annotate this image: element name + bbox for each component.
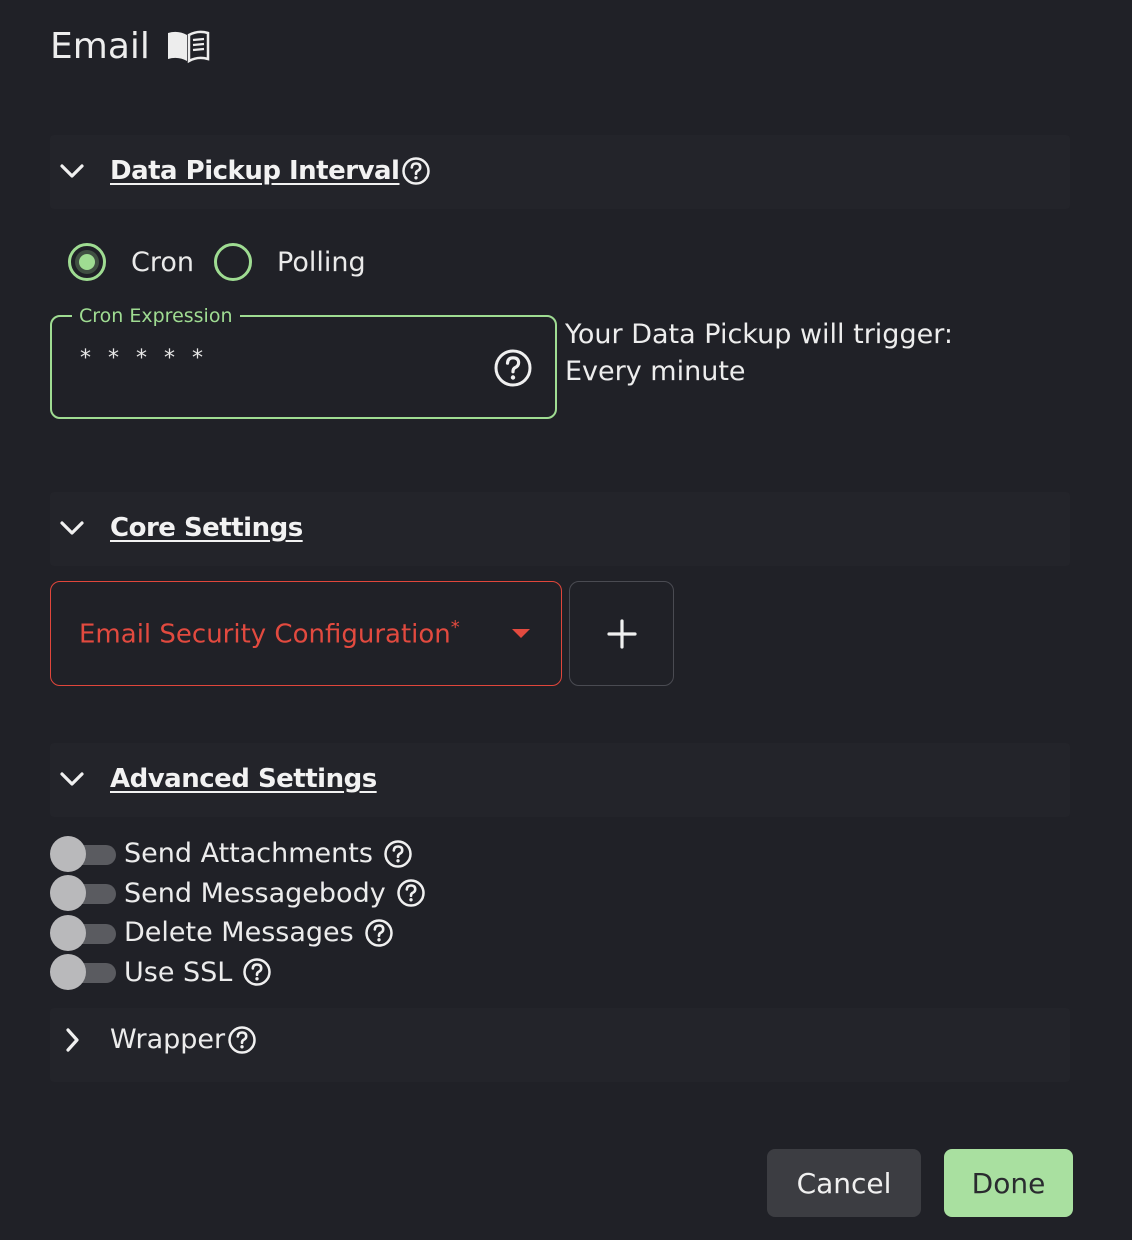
switch-knob — [50, 835, 86, 872]
radio-polling[interactable] — [214, 243, 252, 281]
chevron-right-icon[interactable] — [58, 1026, 86, 1054]
toggle-label: Use SSL — [124, 956, 233, 988]
chevron-down-icon[interactable] — [58, 514, 86, 542]
advanced-toggle-list: Send Attachments Send Messagebody Delete… — [50, 834, 426, 992]
help-icon[interactable] — [401, 156, 431, 186]
section-title: Data Pickup Interval — [110, 156, 400, 186]
section-data-pickup-header[interactable]: Data Pickup Interval — [58, 156, 431, 186]
page-header: Email — [50, 26, 210, 67]
add-configuration-button[interactable] — [569, 581, 674, 686]
toggle-row-delete-messages: Delete Messages — [50, 913, 426, 953]
radio-cron[interactable] — [68, 243, 106, 281]
help-icon[interactable] — [227, 1025, 257, 1055]
section-title: Advanced Settings — [110, 764, 377, 794]
toggle-label: Delete Messages — [124, 917, 354, 949]
chevron-down-icon[interactable] — [58, 157, 86, 185]
switch-knob — [50, 875, 86, 912]
trigger-line-1: Your Data Pickup will trigger: — [565, 319, 953, 350]
use-ssl-switch[interactable] — [50, 953, 118, 991]
pickup-mode-radio-group: Cron Polling — [68, 243, 366, 281]
switch-knob — [50, 914, 86, 951]
done-button[interactable]: Done — [944, 1149, 1073, 1217]
book-icon[interactable] — [166, 29, 210, 65]
send-messagebody-switch[interactable] — [50, 874, 118, 912]
help-icon[interactable] — [396, 878, 426, 908]
section-wrapper-header[interactable]: Wrapper — [58, 1024, 257, 1055]
trigger-description: Your Data Pickup will trigger: Every min… — [565, 316, 953, 390]
toggle-row-send-attachments: Send Attachments — [50, 834, 426, 874]
dropdown-arrow-icon[interactable] — [512, 629, 530, 638]
radio-label-polling[interactable]: Polling — [277, 247, 366, 278]
radio-selected-dot — [79, 254, 95, 270]
toggle-row-send-messagebody: Send Messagebody — [50, 874, 426, 914]
plus-icon — [606, 618, 637, 649]
section-title: Core Settings — [110, 513, 303, 543]
radio-label-cron[interactable]: Cron — [131, 247, 194, 278]
email-security-select-label: Email Security Configuration* — [79, 617, 460, 650]
select-label-text: Email Security Configuration — [79, 619, 451, 650]
cron-expression-input[interactable]: * * * * * — [80, 346, 208, 371]
cron-expression-label: Cron Expression — [72, 305, 240, 327]
help-icon[interactable] — [493, 348, 533, 388]
chevron-down-icon[interactable] — [58, 765, 86, 793]
help-icon[interactable] — [364, 918, 394, 948]
help-icon[interactable] — [383, 839, 413, 869]
send-attachments-switch[interactable] — [50, 835, 118, 873]
section-core-header[interactable]: Core Settings — [58, 513, 303, 543]
delete-messages-switch[interactable] — [50, 914, 118, 952]
cancel-button[interactable]: Cancel — [767, 1149, 921, 1217]
trigger-line-2: Every minute — [565, 356, 746, 387]
toggle-row-use-ssl: Use SSL — [50, 953, 426, 993]
switch-knob — [50, 954, 86, 991]
toggle-label: Send Messagebody — [124, 877, 386, 909]
section-title: Wrapper — [110, 1024, 226, 1055]
section-advanced-header[interactable]: Advanced Settings — [58, 764, 377, 794]
required-mark: * — [450, 617, 460, 638]
help-icon[interactable] — [242, 957, 272, 987]
page-title: Email — [50, 26, 150, 67]
toggle-label: Send Attachments — [124, 838, 373, 870]
